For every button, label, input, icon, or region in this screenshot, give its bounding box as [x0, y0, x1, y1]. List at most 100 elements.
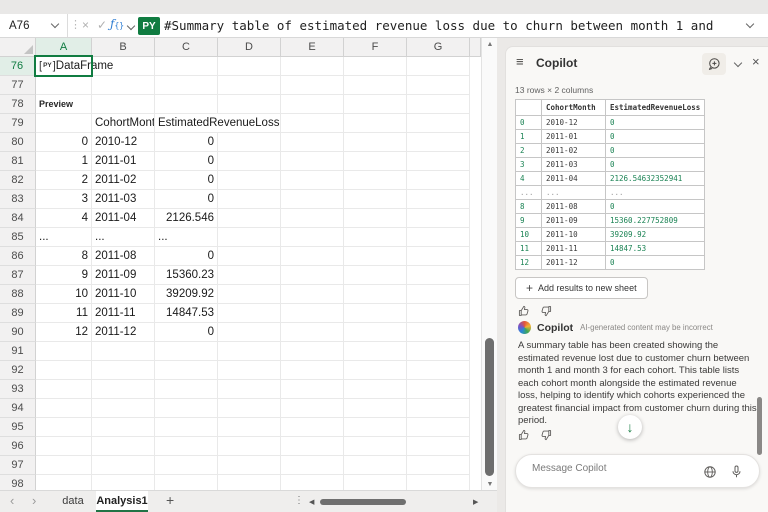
- grid-cell-b79[interactable]: CohortMonth: [92, 114, 155, 133]
- grid-cell-e78[interactable]: [281, 95, 344, 114]
- grid-cell-g95[interactable]: [407, 418, 470, 437]
- grid-cell-a91[interactable]: [36, 342, 92, 361]
- grid-vertical-scrollbar[interactable]: ▲ ▼: [481, 38, 497, 490]
- grid-cell-c98[interactable]: [155, 475, 218, 490]
- grid-cell-c83[interactable]: 0: [155, 190, 218, 209]
- grid-cell-g98[interactable]: [407, 475, 470, 490]
- row-header-83[interactable]: 83: [0, 190, 36, 209]
- row-header-85[interactable]: 85: [0, 228, 36, 247]
- grid-cell-e90[interactable]: [281, 323, 344, 342]
- grid-cell-a79[interactable]: [36, 114, 92, 133]
- grid-cell-a84[interactable]: 4: [36, 209, 92, 228]
- spreadsheet-grid[interactable]: ABCDEFG76[PY]DataFrame7778Preview79Cohor…: [0, 38, 481, 490]
- row-header-76[interactable]: 76: [0, 57, 36, 76]
- grid-cell-f85[interactable]: [344, 228, 407, 247]
- grid-cell-e77[interactable]: [281, 76, 344, 95]
- grid-cell-f87[interactable]: [344, 266, 407, 285]
- grid-cell-f80[interactable]: [344, 133, 407, 152]
- grid-cell-g79[interactable]: [407, 114, 470, 133]
- grid-cell-a77[interactable]: [36, 76, 92, 95]
- grid-cell-f96[interactable]: [344, 437, 407, 456]
- row-header-81[interactable]: 81: [0, 152, 36, 171]
- grid-cell-g84[interactable]: [407, 209, 470, 228]
- column-header-c[interactable]: C: [155, 38, 218, 57]
- thumbs-up-icon[interactable]: [518, 305, 530, 317]
- grid-cell-c94[interactable]: [155, 399, 218, 418]
- select-all-corner[interactable]: [0, 38, 36, 57]
- grid-cell-a80[interactable]: 0: [36, 133, 92, 152]
- add-results-button[interactable]: + Add results to new sheet: [515, 277, 648, 299]
- grid-cell-e80[interactable]: [281, 133, 344, 152]
- grid-cell-g97[interactable]: [407, 456, 470, 475]
- grid-cell-b97[interactable]: [92, 456, 155, 475]
- grid-cell-f79[interactable]: [344, 114, 407, 133]
- grid-cell-d78[interactable]: [218, 95, 281, 114]
- column-header-d[interactable]: D: [218, 38, 281, 57]
- grid-cell-c82[interactable]: 0: [155, 171, 218, 190]
- row-header-91[interactable]: 91: [0, 342, 36, 361]
- grid-cell-f94[interactable]: [344, 399, 407, 418]
- grid-cell-a83[interactable]: 3: [36, 190, 92, 209]
- grid-cell-f82[interactable]: [344, 171, 407, 190]
- thumbs-down-icon[interactable]: [540, 429, 552, 441]
- grid-cell-c87[interactable]: 15360.23: [155, 266, 218, 285]
- message-input[interactable]: [532, 463, 692, 474]
- thumbs-down-icon[interactable]: [540, 305, 552, 317]
- add-sheet-button[interactable]: +: [166, 492, 174, 508]
- grid-cell-f88[interactable]: [344, 285, 407, 304]
- scroll-down-icon[interactable]: ▼: [482, 481, 498, 488]
- row-header-80[interactable]: 80: [0, 133, 36, 152]
- grid-cell-b90[interactable]: 2011-12: [92, 323, 155, 342]
- grid-cell-f91[interactable]: [344, 342, 407, 361]
- grid-cell-f83[interactable]: [344, 190, 407, 209]
- grid-cell-c81[interactable]: 0: [155, 152, 218, 171]
- sheet-tab-data[interactable]: data: [50, 491, 96, 512]
- grid-cell-d82[interactable]: [218, 171, 281, 190]
- column-header-g[interactable]: G: [407, 38, 470, 57]
- microphone-icon[interactable]: [730, 465, 743, 479]
- grid-cell-c92[interactable]: [155, 361, 218, 380]
- menu-icon[interactable]: ≡: [516, 54, 524, 69]
- grid-cell-e85[interactable]: [281, 228, 344, 247]
- grid-cell-e76[interactable]: [281, 57, 344, 76]
- row-header-90[interactable]: 90: [0, 323, 36, 342]
- grid-cell-g88[interactable]: [407, 285, 470, 304]
- grid-cell-g91[interactable]: [407, 342, 470, 361]
- grid-cell-d94[interactable]: [218, 399, 281, 418]
- grid-cell-e86[interactable]: [281, 247, 344, 266]
- grid-cell-d77[interactable]: [218, 76, 281, 95]
- grid-cell-b95[interactable]: [92, 418, 155, 437]
- formula-input[interactable]: #Summary table of estimated revenue loss…: [164, 18, 713, 33]
- grid-cell-g76[interactable]: [407, 57, 470, 76]
- grid-cell-f95[interactable]: [344, 418, 407, 437]
- grid-cell-d81[interactable]: [218, 152, 281, 171]
- grid-cell-b98[interactable]: [92, 475, 155, 490]
- grid-cell-g90[interactable]: [407, 323, 470, 342]
- grid-cell-b91[interactable]: [92, 342, 155, 361]
- grid-cell-e97[interactable]: [281, 456, 344, 475]
- grid-cell-d90[interactable]: [218, 323, 281, 342]
- grid-cell-g87[interactable]: [407, 266, 470, 285]
- grid-cell-b83[interactable]: 2011-03: [92, 190, 155, 209]
- grid-cell-c93[interactable]: [155, 380, 218, 399]
- name-box[interactable]: A76: [0, 14, 68, 37]
- grid-cell-f98[interactable]: [344, 475, 407, 490]
- grid-cell-d91[interactable]: [218, 342, 281, 361]
- grid-cell-c96[interactable]: [155, 437, 218, 456]
- grid-cell-d92[interactable]: [218, 361, 281, 380]
- column-header-a[interactable]: A: [36, 38, 92, 57]
- scroll-up-icon[interactable]: ▲: [482, 41, 498, 48]
- row-header-86[interactable]: 86: [0, 247, 36, 266]
- enter-icon[interactable]: ✓: [97, 18, 107, 32]
- grid-cell-c85[interactable]: ...: [155, 228, 218, 247]
- grid-cell-a81[interactable]: 1: [36, 152, 92, 171]
- row-header-92[interactable]: 92: [0, 361, 36, 380]
- grid-cell-e92[interactable]: [281, 361, 344, 380]
- grid-cell-d93[interactable]: [218, 380, 281, 399]
- grid-cell-b92[interactable]: [92, 361, 155, 380]
- grid-cell-e81[interactable]: [281, 152, 344, 171]
- grid-cell-a98[interactable]: [36, 475, 92, 490]
- row-header-84[interactable]: 84: [0, 209, 36, 228]
- grid-cell-a90[interactable]: 12: [36, 323, 92, 342]
- grid-cell-g85[interactable]: [407, 228, 470, 247]
